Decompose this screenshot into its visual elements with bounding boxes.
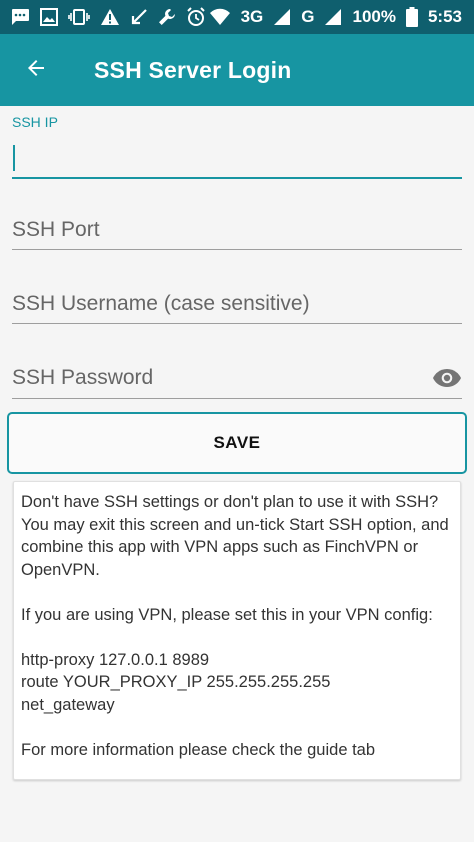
ssh-ip-label: SSH IP	[12, 114, 58, 130]
chat-icon	[10, 7, 30, 27]
ssh-ip-input[interactable]	[12, 140, 462, 178]
text-cursor	[13, 145, 15, 171]
info-card: Don't have SSH settings or don't plan to…	[13, 481, 461, 780]
config-line: net_gateway	[21, 695, 115, 714]
signal-icon	[273, 7, 291, 27]
config-line: http-proxy 127.0.0.1 8989	[21, 650, 210, 669]
ssh-password-field[interactable]: SSH Password	[12, 360, 462, 400]
ssh-ip-field[interactable]: SSH IP	[12, 114, 462, 180]
info-paragraph: For more information please check the gu…	[21, 740, 376, 759]
status-bar-notifications	[10, 7, 206, 27]
battery-icon	[405, 7, 418, 27]
eye-icon[interactable]	[432, 367, 462, 394]
ssh-port-placeholder: SSH Port	[12, 218, 100, 241]
clock: 5:53	[427, 7, 462, 26]
alarm-icon	[186, 7, 206, 27]
info-paragraph: If you are using VPN, please set this in…	[21, 605, 433, 624]
page-title: SSH Server Login	[94, 56, 292, 83]
config-line: route YOUR_PROXY_IP 255.255.255.255	[21, 673, 331, 691]
battery-percent: 100%	[352, 7, 396, 26]
warning-icon	[100, 7, 120, 27]
ssh-username-placeholder: SSH Username (case sensitive)	[12, 292, 310, 315]
vibrate-icon	[68, 7, 90, 27]
save-button[interactable]: SAVE	[7, 412, 467, 474]
ssh-port-underline	[12, 249, 462, 250]
app-bar: SSH Server Login	[0, 34, 474, 106]
ssh-password-underline	[12, 398, 462, 399]
ssh-ip-underline	[12, 177, 462, 179]
back-button[interactable]	[0, 34, 72, 106]
image-icon	[40, 7, 58, 27]
ssh-username-underline	[12, 323, 462, 324]
wifi-icon	[209, 7, 231, 27]
ssh-port-field[interactable]: SSH Port	[12, 212, 462, 252]
info-paragraph: Don't have SSH settings or don't plan to…	[21, 493, 449, 579]
status-bar: 3G G 100% 5:53	[0, 0, 474, 34]
network-type-3g: 3G	[240, 7, 264, 26]
ssh-username-field[interactable]: SSH Username (case sensitive)	[12, 286, 462, 326]
signal-icon	[324, 7, 342, 27]
arrow-back-icon	[24, 56, 48, 85]
status-bar-system: 3G G 100% 5:53	[209, 7, 462, 27]
ssh-password-placeholder: SSH Password	[12, 366, 154, 389]
wrench-icon	[158, 7, 176, 27]
missed-call-icon	[130, 7, 148, 27]
network-type-g: G	[301, 7, 315, 26]
